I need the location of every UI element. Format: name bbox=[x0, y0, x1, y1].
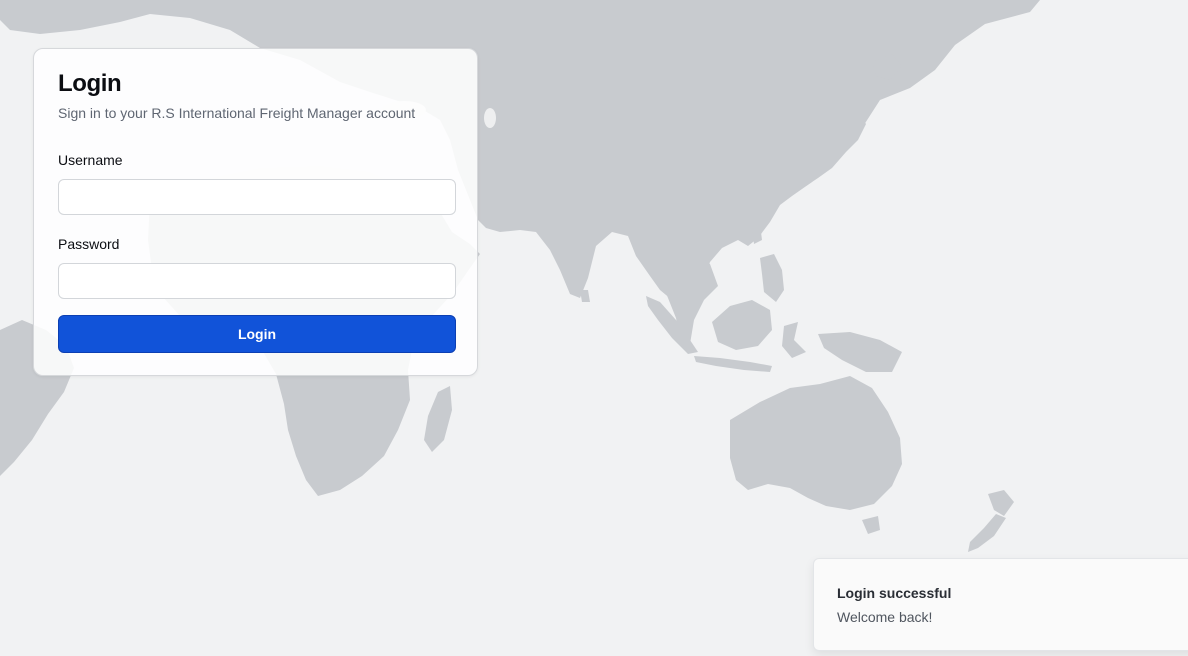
password-input[interactable] bbox=[58, 263, 456, 299]
landmass-australia bbox=[730, 376, 902, 510]
landmass-borneo bbox=[712, 300, 772, 350]
landmass-java bbox=[694, 356, 772, 372]
login-title: Login bbox=[58, 70, 122, 97]
username-input[interactable] bbox=[58, 179, 456, 215]
landmass-new-guinea bbox=[818, 332, 902, 372]
landmass-philippines bbox=[760, 254, 784, 302]
caspian-sea bbox=[484, 108, 496, 128]
login-card: Login Sign in to your R.S International … bbox=[33, 48, 478, 376]
password-label: Password bbox=[58, 236, 120, 252]
login-subtitle: Sign in to your R.S International Freigh… bbox=[58, 105, 416, 121]
landmass-sri-lanka bbox=[580, 290, 590, 302]
toast-description: Welcome back! bbox=[837, 609, 933, 625]
login-button[interactable]: Login bbox=[58, 315, 456, 353]
landmass-madagascar bbox=[424, 386, 452, 452]
landmass-tasmania bbox=[862, 516, 880, 534]
toast-title: Login successful bbox=[837, 585, 952, 601]
landmass-new-zealand bbox=[988, 490, 1014, 516]
username-label: Username bbox=[58, 152, 123, 168]
landmass-sulawesi bbox=[782, 322, 806, 358]
toast-notification: Login successful Welcome back! bbox=[813, 558, 1188, 651]
landmass-new-zealand-south bbox=[968, 514, 1006, 552]
